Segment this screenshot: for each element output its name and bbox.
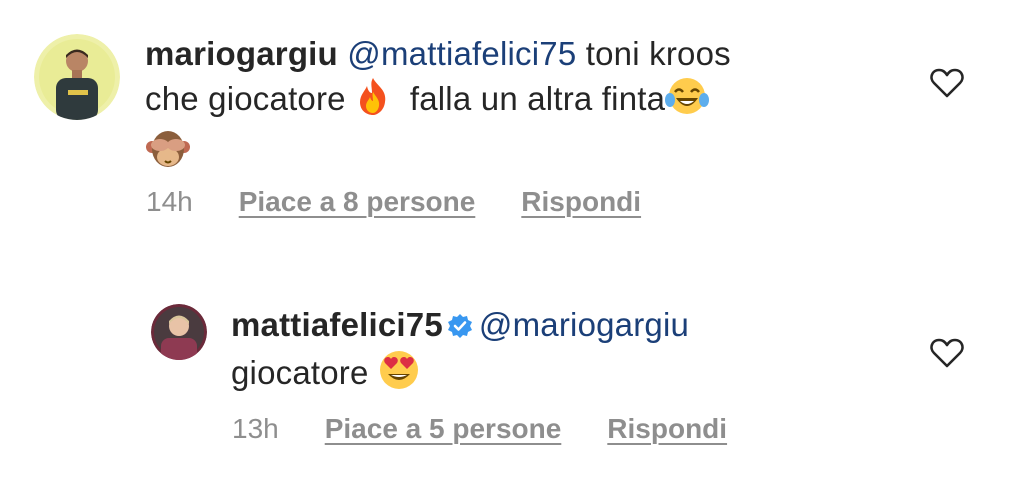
comment-1-meta: 14h Piace a 8 persone Rispondi [146,186,641,218]
heart-eyes-emoji [378,350,420,401]
comment-1-likes-link[interactable]: Piace a 8 persone [239,186,476,218]
comment-2-username[interactable]: mattiafelici75 [231,306,443,343]
comment-2-likes-link[interactable]: Piace a 5 persone [325,413,562,445]
comment-2-text-line2: giocatore [231,354,369,391]
comment-1-mention[interactable]: @mattiafelici75 [347,35,576,72]
comment-1-text-line1: toni kroos [585,35,731,72]
laughing-tears-emoji [665,76,710,127]
comment-2-mention[interactable]: @mariogargiu [479,306,689,343]
comment-1-timestamp: 14h [146,186,193,217]
verified-badge-icon [447,305,473,350]
like-heart-icon-comment-1[interactable] [930,68,964,98]
avatar-mariogargiu[interactable] [34,34,120,120]
comment-1-body: mariogargiu @mattiafelici75 toni kroos c… [145,31,865,182]
comment-2-meta: 13h Piace a 5 persone Rispondi [232,413,727,445]
comment-1-text-line2a: che giocatore [145,80,346,117]
fire-emoji [355,76,391,127]
like-heart-icon-comment-2[interactable] [930,338,964,368]
comment-1-reply-button[interactable]: Rispondi [521,186,641,218]
comment-2-reply-button[interactable]: Rispondi [607,413,727,445]
avatar-mattiafelici75[interactable] [151,304,207,360]
see-no-evil-monkey-emoji [145,127,191,182]
comment-2-body: mattiafelici75 @mariogargiu giocatore [231,302,891,401]
comment-1-username[interactable]: mariogargiu [145,35,338,72]
comment-2-timestamp: 13h [232,413,279,444]
comment-1-text-line2b: falla un altra finta [409,80,666,117]
